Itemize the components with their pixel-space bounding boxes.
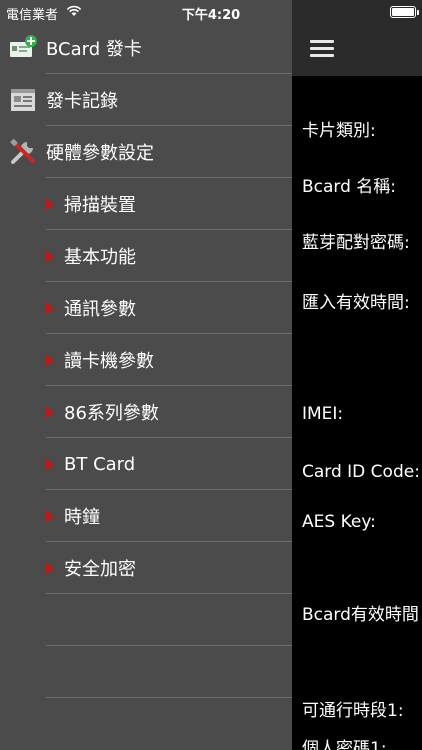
- menu-item-communication-params[interactable]: 通訊參數: [0, 282, 292, 334]
- menu-icon[interactable]: [310, 40, 334, 58]
- menu-empty-row: [0, 646, 292, 698]
- menu-item-label: 通訊參數: [64, 299, 136, 320]
- menu-item-bt-card[interactable]: BT Card: [0, 438, 292, 490]
- menu-item-86-series-params[interactable]: 86系列參數: [0, 386, 292, 438]
- side-menu: BCard 發卡 發卡記錄 硬體參數設定 掃描裝置 基本功能 通訊參數 讀卡機參…: [0, 0, 292, 750]
- field-card-id-code-label: Card ID Code:: [302, 462, 420, 482]
- menu-empty-row: [0, 594, 292, 646]
- field-bcard-valid-time-label: Bcard有效時間: [302, 605, 419, 625]
- menu-item-label: BCard 發卡: [46, 39, 142, 60]
- menu-list: BCard 發卡 發卡記錄 硬體參數設定 掃描裝置 基本功能 通訊參數 讀卡機參…: [0, 22, 292, 698]
- menu-item-clock[interactable]: 時鐘: [0, 490, 292, 542]
- menu-item-hardware-settings[interactable]: 硬體參數設定: [0, 126, 292, 178]
- field-access-period-1-label: 可通行時段1:: [302, 701, 404, 721]
- field-import-valid-time-label: 匯入有效時間:: [302, 293, 410, 313]
- arrow-right-icon: [46, 354, 54, 366]
- arrow-right-icon: [46, 198, 54, 210]
- field-card-type-label: 卡片類別:: [302, 121, 376, 141]
- menu-item-label: 安全加密: [64, 559, 136, 580]
- content-panel: 卡片類別: Bcard 名稱: 藍芽配對密碼: 匯入有效時間: IMEI: Ca…: [292, 0, 422, 750]
- menu-item-label: 掃描裝置: [64, 195, 136, 216]
- records-icon: [11, 89, 35, 111]
- menu-item-label: 讀卡機參數: [64, 351, 154, 372]
- field-bt-pairing-password-label: 藍芽配對密碼:: [302, 233, 410, 253]
- field-imei-label: IMEI:: [302, 404, 344, 424]
- field-bcard-name-label: Bcard 名稱:: [302, 177, 397, 197]
- tools-icon: [10, 138, 35, 164]
- menu-item-label: 時鐘: [64, 507, 100, 528]
- menu-item-reader-params[interactable]: 讀卡機參數: [0, 334, 292, 386]
- add-card-icon: [10, 35, 37, 57]
- menu-item-label: 發卡記錄: [46, 91, 118, 112]
- menu-item-issue-records[interactable]: 發卡記錄: [0, 74, 292, 126]
- menu-item-scan-device[interactable]: 掃描裝置: [0, 178, 292, 230]
- menu-item-bcard-issue[interactable]: BCard 發卡: [0, 22, 292, 74]
- arrow-right-icon: [46, 406, 54, 418]
- arrow-right-icon: [46, 302, 54, 314]
- menu-item-label: 基本功能: [64, 247, 136, 268]
- menu-item-security-encryption[interactable]: 安全加密: [0, 542, 292, 594]
- menu-item-label: 硬體參數設定: [46, 143, 154, 164]
- menu-item-basic-functions[interactable]: 基本功能: [0, 230, 292, 282]
- arrow-right-icon: [46, 510, 54, 522]
- field-aes-key-label: AES Key:: [302, 512, 376, 532]
- menu-item-label: 86系列參數: [64, 403, 159, 424]
- arrow-right-icon: [46, 562, 54, 574]
- arrow-right-icon: [46, 250, 54, 262]
- nav-bar: [292, 0, 422, 76]
- arrow-right-icon: [46, 458, 54, 470]
- field-personal-password-1-label: 個人密碼1:: [302, 739, 387, 750]
- menu-item-label: BT Card: [64, 453, 136, 475]
